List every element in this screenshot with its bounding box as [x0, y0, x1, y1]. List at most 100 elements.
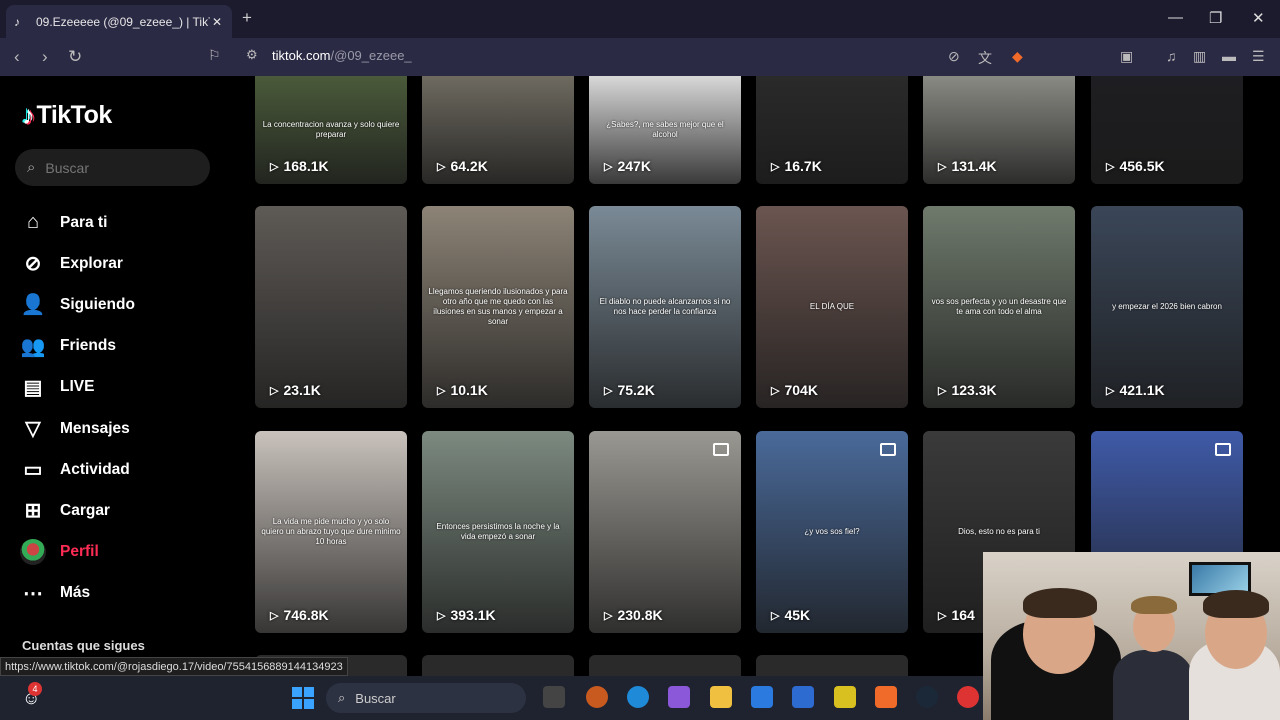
view-count: ▷ 247K	[604, 158, 651, 174]
video-card[interactable]: y empezar el 2026 bien cabron ▷ 421.1K	[1091, 206, 1243, 408]
play-icon: ▷	[270, 384, 279, 397]
browser-tab[interactable]: ♪ 09.Ezeeeee (@09_ezeee_) | TikTo ✕	[6, 5, 232, 38]
site-info-icon[interactable]: ⚙	[246, 47, 258, 63]
sidebar-item-mas[interactable]: ⋯ Más	[20, 573, 135, 614]
taskbar-search-label: Buscar	[355, 690, 396, 706]
file-explorer-icon[interactable]	[710, 686, 732, 708]
sidebar-item-label: Explorar	[60, 254, 123, 272]
video-card[interactable]: ▷ 230.8K	[589, 431, 741, 633]
view-count-value: 10.1K	[450, 382, 488, 398]
play-icon: ▷	[604, 384, 613, 397]
new-tab-button[interactable]: +	[242, 8, 252, 28]
brave-icon[interactable]	[875, 686, 897, 708]
url-field[interactable]: tiktok.com/@09_ezeee_	[272, 48, 412, 63]
play-icon: ▷	[1106, 160, 1115, 173]
search-box[interactable]: ⌕	[15, 149, 210, 186]
sidebar-item-perfil[interactable]: Perfil	[20, 532, 135, 573]
sidebar-item-siguiendo[interactable]: 👤 Siguiendo	[20, 284, 135, 325]
video-caption: Entonces persistimos la noche y la vida …	[436, 522, 560, 541]
menu-icon[interactable]: ☰	[1252, 48, 1265, 65]
outlook-icon[interactable]	[792, 686, 814, 708]
search-input[interactable]	[45, 159, 186, 176]
video-card[interactable]: ▷ 64.2K	[422, 76, 574, 184]
sidebar-item-explorar[interactable]: ⊘ Explorar	[20, 243, 135, 284]
play-icon: ▷	[938, 384, 947, 397]
steam-icon[interactable]	[916, 686, 938, 708]
wallet-icon[interactable]: ▬	[1222, 48, 1236, 64]
copilot-icon[interactable]	[668, 686, 690, 708]
tabs-icon[interactable]: ▣	[1120, 48, 1133, 65]
close-window-icon[interactable]: ✕	[1252, 9, 1265, 27]
video-card[interactable]: ▷ 456.5K	[1091, 76, 1243, 184]
nav-list: ⌂ Para ti ⊘ Explorar 👤 Siguiendo 👥 Frien…	[20, 202, 135, 614]
video-caption: EL DÍA QUE	[809, 302, 855, 311]
sidebar-toggle-icon[interactable]: ▥	[1193, 48, 1206, 65]
view-count-value: 75.2K	[617, 382, 655, 398]
view-count-value: 45K	[784, 607, 811, 623]
video-card[interactable]: La vida me pide mucho y yo solo quiero u…	[255, 431, 407, 633]
play-icon: ▷	[771, 609, 780, 622]
close-tab-icon[interactable]: ✕	[210, 15, 224, 29]
video-card[interactable]: El diablo no puede alcanzarnos si no nos…	[589, 206, 741, 408]
sidebar-item-para-ti[interactable]: ⌂ Para ti	[20, 202, 135, 243]
sidebar-item-actividad[interactable]: ▭ Actividad	[20, 449, 135, 490]
sidebar-item-mensajes[interactable]: ▽ Mensajes	[20, 408, 135, 449]
video-card[interactable]: Llegamos queriendo ilusionados y para ot…	[422, 206, 574, 408]
video-caption: ¿Sabes?, me sabes mejor que el alcohol	[606, 120, 724, 139]
video-card-partial[interactable]	[422, 655, 574, 676]
sidebar-item-live[interactable]: ▤ LIVE	[20, 367, 135, 408]
minimize-icon[interactable]: —	[1168, 9, 1183, 26]
video-card[interactable]: ▷ 16.7K	[756, 76, 908, 184]
view-count: ▷ 10.1K	[437, 382, 488, 398]
video-card[interactable]: ¿y vos sos fiel? ▷ 45K	[756, 431, 908, 633]
message-icon: ▽	[25, 418, 41, 441]
store-icon[interactable]	[751, 686, 773, 708]
video-card-partial[interactable]	[589, 655, 741, 676]
sidebar-item-cargar[interactable]: ⊞ Cargar	[20, 490, 135, 531]
play-icon: ▷	[437, 160, 446, 173]
view-count-value: 168.1K	[283, 158, 329, 174]
view-count: ▷ 75.2K	[604, 382, 655, 398]
translate-icon[interactable]: 文	[978, 48, 992, 68]
sidebar-item-friends[interactable]: 👥 Friends	[20, 326, 135, 367]
photo-carousel-icon	[713, 443, 729, 456]
video-card[interactable]: ▷ 23.1K	[255, 206, 407, 408]
forward-icon[interactable]: ›	[42, 47, 48, 67]
upload-icon: ⊞	[24, 500, 42, 523]
back-icon[interactable]: ‹	[14, 47, 20, 67]
task-view-icon[interactable]	[543, 686, 565, 708]
view-count-value: 704K	[784, 382, 818, 398]
avatar	[20, 539, 46, 566]
url-domain: tiktok.com	[272, 48, 331, 63]
reload-icon[interactable]: ↻	[68, 47, 82, 67]
play-icon: ▷	[437, 384, 446, 397]
video-card[interactable]: Entonces persistimos la noche y la vida …	[422, 431, 574, 633]
view-count: ▷ 393.1K	[437, 607, 496, 623]
view-count: ▷ 704K	[771, 382, 818, 398]
video-caption: El diablo no puede alcanzarnos si no nos…	[599, 297, 731, 316]
video-card-partial[interactable]	[756, 655, 908, 676]
windows-start-icon[interactable]	[292, 687, 314, 709]
view-count-value: 131.4K	[951, 158, 997, 174]
firefox-icon[interactable]	[586, 686, 608, 708]
bookmark-icon[interactable]: ⚐	[208, 47, 221, 64]
notes-icon[interactable]	[834, 686, 856, 708]
taskbar-search[interactable]: ⌕ Buscar	[326, 683, 526, 713]
search-icon: ⌕	[27, 159, 36, 176]
brave-shield-icon[interactable]: ◆	[1012, 48, 1023, 65]
tiktok-logo[interactable]: ♪ TikTok	[22, 100, 112, 131]
maximize-icon[interactable]: ❐	[1209, 9, 1222, 27]
media-icon[interactable]: ♫	[1166, 48, 1177, 64]
video-card[interactable]: vos sos perfecta y yo un desastre que te…	[923, 206, 1075, 408]
video-card[interactable]: ▷ 131.4K	[923, 76, 1075, 184]
video-caption: vos sos perfecta y yo un desastre que te…	[931, 297, 1067, 316]
video-card[interactable]: ¿Sabes?, me sabes mejor que el alcohol ▷ 2…	[589, 76, 741, 184]
edge-icon[interactable]	[627, 686, 649, 708]
app-icon[interactable]	[957, 686, 979, 708]
video-card[interactable]: EL DÍA QUE ▷ 704K	[756, 206, 908, 408]
home-icon: ⌂	[26, 211, 40, 234]
view-count: ▷ 45K	[771, 607, 810, 623]
view-count: ▷ 168.1K	[270, 158, 329, 174]
video-card[interactable]: La concentracion avanza y solo quiere pr…	[255, 76, 407, 184]
reader-off-icon[interactable]: ⊘	[948, 48, 960, 65]
